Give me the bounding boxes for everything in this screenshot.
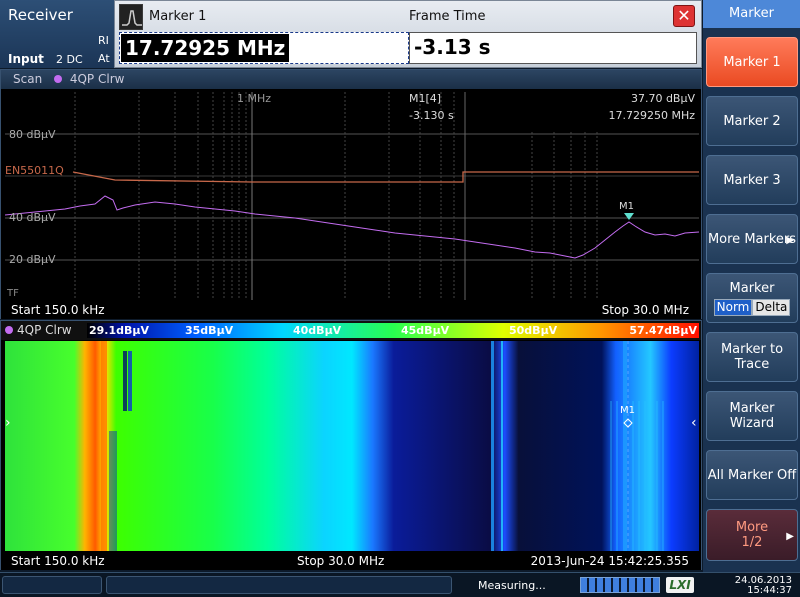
marker-level: 37.70 dBµV <box>631 92 696 105</box>
freq-marker-label: 1 MHz <box>237 92 271 105</box>
limit-line-label: EN55011Q <box>5 164 64 177</box>
level-label: 50dBµV <box>509 324 558 337</box>
ref-label-20: 20 dBµV <box>9 253 56 266</box>
more-label: More <box>735 520 769 535</box>
progress-bar <box>580 577 660 593</box>
level-label: 35dBµV <box>185 324 234 337</box>
more-button[interactable]: More 1/2 ▶ <box>706 509 798 561</box>
more-page-label: 1/2 <box>741 535 763 550</box>
marker-time: -3.130 s <box>409 109 454 122</box>
spectrum-window[interactable]: Scan 4QP Clrw 80 dBµV EN55011Q 40 dBµV 2… <box>0 69 702 319</box>
spectrogram-trace-label: 4QP Clrw <box>17 323 72 337</box>
chevron-left-icon[interactable]: › <box>5 415 11 431</box>
att-fragment: At <box>98 52 110 65</box>
spectrum-titlebar: Scan 4QP Clrw <box>1 70 701 89</box>
level-label: 45dBµV <box>401 324 450 337</box>
input-label: Input <box>8 52 44 66</box>
softkey-title: Marker <box>703 0 800 28</box>
marker-to-trace-button[interactable]: Marker to Trace <box>706 332 798 382</box>
arrow-right-icon: ▶ <box>786 235 794 246</box>
status-time: 15:44:37 <box>747 585 792 596</box>
all-marker-off-label: All Marker Off <box>707 467 797 483</box>
trace-label: 4QP Clrw <box>69 72 125 86</box>
marker-frequency-value: 17.72925 MHz <box>121 34 290 62</box>
marker-wizard-label: Marker Wizard <box>729 401 775 431</box>
spectrogram-window[interactable]: 4QP Clrw 29.1dBµV 35dBµV 40dBµV 45dBµV 5… <box>0 320 702 570</box>
delta-toggle[interactable]: Delta <box>752 298 791 316</box>
spectrum-plot[interactable]: 80 dBµV EN55011Q 40 dBµV 20 dBµV 1 MHz M… <box>5 92 699 300</box>
spectrum-stop: Stop 30.0 MHz <box>601 303 689 317</box>
marker-triangle <box>624 213 634 220</box>
spectrogram-timestamp: 2013-Jun-24 15:42:25.355 <box>530 554 689 568</box>
color-scale-bar: 29.1dBµV 35dBµV 40dBµV 45dBµV 50dBµV 57.… <box>87 323 699 338</box>
rbw-fragment: RI <box>98 34 109 47</box>
marker1-label: Marker 1 <box>723 54 781 70</box>
progress-fill <box>581 578 659 592</box>
spectrogram-stop: Stop 30.0 MHz <box>297 554 385 568</box>
marker3-label: Marker 3 <box>723 172 781 188</box>
chevron-right-icon[interactable]: ‹ <box>691 415 697 431</box>
marker-frequency-input[interactable]: 17.72925 MHz <box>119 32 409 64</box>
marker-mode-button[interactable]: Marker Norm Delta <box>706 273 798 323</box>
level-label: 57.47dBµV <box>629 324 697 337</box>
marker-mode-label: Marker <box>729 280 775 296</box>
status-message: Measuring... <box>478 579 546 592</box>
trace-color-dot <box>54 75 63 83</box>
limit-line <box>72 171 699 183</box>
ref-label-40: 40 dBµV <box>9 211 56 224</box>
norm-toggle[interactable]: Norm <box>713 298 753 316</box>
frame-time-value: -3.13 s <box>414 35 491 59</box>
status-bar: Measuring... LXI 24.06.2013 15:44:37 <box>0 572 800 597</box>
more-markers-label: More Markers <box>707 231 797 247</box>
spectrum-footer: Start 150.0 kHz Stop 30.0 MHz <box>1 302 701 319</box>
level-label: 29.1dBµV <box>89 324 150 337</box>
marker2-label: Marker 2 <box>723 113 781 129</box>
marker-wizard-button[interactable]: Marker Wizard <box>706 391 798 441</box>
spectrogram-titlebar: 4QP Clrw 29.1dBµV 35dBµV 40dBµV 45dBµV 5… <box>1 321 701 340</box>
marker3-button[interactable]: Marker 3 <box>706 155 798 205</box>
more-markers-button[interactable]: More Markers ▶ <box>706 214 798 264</box>
dialog-title: Marker 1 <box>149 9 207 24</box>
level-label: 40dBµV <box>293 324 342 337</box>
input-detail: 2 DC <box>56 53 83 66</box>
spectrum-start: Start 150.0 kHz <box>11 303 105 317</box>
frame-time-label: Frame Time <box>409 9 486 24</box>
tf-label: TF <box>6 288 19 299</box>
spectrogram-marker-label: M1 <box>620 405 635 416</box>
status-segment <box>106 576 452 594</box>
marker-dialog: Marker 1 Frame Time ✕ 17.72925 MHz -3.13… <box>114 0 702 68</box>
marker-freq: 17.729250 MHz <box>608 109 695 122</box>
lxi-logo: LXI <box>666 577 694 593</box>
spectrogram-footer: Start 150.0 kHz Stop 30.0 MHz 2013-Jun-2… <box>1 553 701 570</box>
app-title: Receiver <box>8 6 73 24</box>
marker-dialog-icon <box>119 4 143 30</box>
marker-label: M1 <box>619 201 634 212</box>
marker-name: M1[4] <box>409 92 441 105</box>
trace-line <box>5 195 699 259</box>
spectrogram-plot[interactable]: M1 › ‹ <box>5 341 699 551</box>
marker1-button[interactable]: Marker 1 <box>706 37 798 87</box>
arrow-right-icon: ▶ <box>786 531 794 542</box>
spectrogram-start: Start 150.0 kHz <box>11 554 105 568</box>
close-icon[interactable]: ✕ <box>673 5 695 27</box>
frame-time-input[interactable]: -3.13 s <box>409 32 697 64</box>
trace-color-dot <box>5 326 13 334</box>
status-segment <box>2 576 102 594</box>
scan-mode-label: Scan <box>13 72 43 86</box>
marker-to-trace-label: Marker to Trace <box>720 342 784 372</box>
all-marker-off-button[interactable]: All Marker Off <box>706 450 798 500</box>
marker2-button[interactable]: Marker 2 <box>706 96 798 146</box>
ref-label-80: 80 dBµV <box>9 128 56 141</box>
softkey-panel: Marker Marker 1 Marker 2 Marker 3 More M… <box>703 0 800 572</box>
